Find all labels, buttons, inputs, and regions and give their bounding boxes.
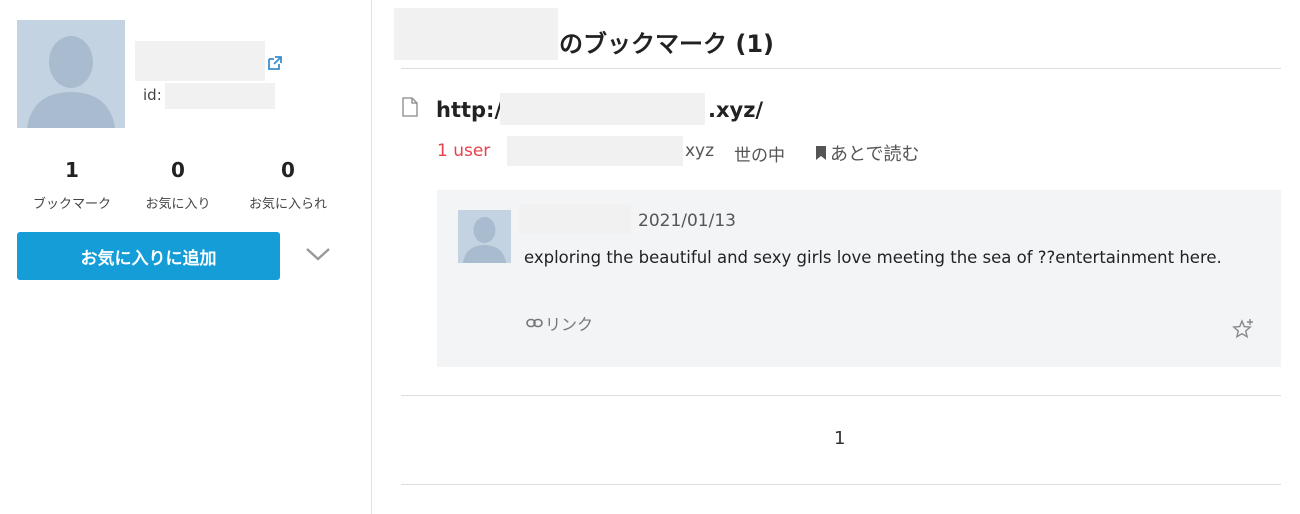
redacted-user-id [165, 83, 275, 109]
stat-favorites-label: お気に入り [145, 197, 211, 212]
pagination-top-divider [401, 395, 1281, 396]
user-avatar[interactable] [17, 20, 125, 128]
add-favorite-button[interactable]: お気に入りに追加 [17, 232, 280, 280]
stat-bookmarks-label: ブックマーク [32, 197, 111, 212]
star-add-icon[interactable] [1231, 318, 1255, 342]
avatar-silhouette-icon [17, 20, 125, 128]
read-later-button[interactable]: あとで読む [815, 140, 919, 166]
redacted-commenter-name [519, 204, 631, 234]
entry-domain-suffix[interactable]: xyz [685, 141, 714, 161]
entry-url-suffix[interactable]: .xyz/ [708, 98, 763, 122]
stat-bookmarks-count[interactable]: 1 [52, 158, 92, 182]
page-title: のブックマーク (1) [559, 30, 774, 58]
users-count-link[interactable]: 1 user [437, 141, 490, 161]
column-divider [371, 0, 372, 514]
redacted-username [135, 41, 265, 81]
stat-favorited-label: お気に入られ [248, 197, 327, 212]
title-divider [401, 68, 1281, 69]
entry-category[interactable]: 世の中 [734, 141, 785, 166]
pagination-page-1[interactable]: 1 [834, 428, 845, 449]
link-icon [526, 318, 543, 328]
avatar-silhouette-icon [458, 210, 511, 263]
external-link-icon[interactable] [266, 54, 284, 72]
redacted-domain [507, 136, 683, 166]
comment-date[interactable]: 2021/01/13 [638, 211, 736, 231]
entry-url-prefix[interactable]: http:/ [436, 98, 502, 122]
chevron-down-icon[interactable] [304, 244, 332, 264]
comment-link-button[interactable]: リンク [526, 311, 593, 335]
bookmark-flag-icon [816, 146, 826, 160]
pagination-bottom-divider [401, 484, 1281, 485]
stat-favorites-count[interactable]: 0 [158, 158, 198, 182]
stat-favorited-count[interactable]: 0 [268, 158, 308, 182]
read-later-label: あとで読む [830, 144, 920, 165]
comment-text: exploring the beautiful and sexy girls l… [524, 248, 1222, 267]
commenter-avatar[interactable] [458, 210, 511, 263]
redacted-title-username [394, 8, 558, 60]
redacted-entry-url [500, 93, 705, 125]
comment-link-label: リンク [545, 315, 594, 334]
document-icon [402, 97, 418, 117]
user-id-label: id: [143, 86, 162, 104]
